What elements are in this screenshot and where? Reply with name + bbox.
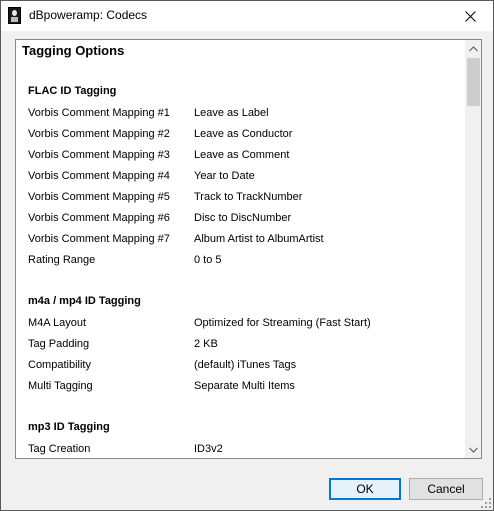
dbpoweramp-app-icon — [8, 7, 21, 24]
row-value[interactable]: (default) iTunes Tags — [194, 359, 296, 371]
scroll-thumb[interactable] — [467, 58, 480, 106]
section-title-flac: FLAC ID Tagging — [28, 85, 117, 97]
row-value[interactable]: Optimized for Streaming (Fast Start) — [194, 317, 371, 329]
chevron-down-icon — [469, 447, 478, 453]
row-value[interactable]: Album Artist to AlbumArtist — [194, 233, 324, 245]
tagging-options-panel: Tagging Options FLAC ID Tagging Vorbis C… — [15, 39, 482, 459]
tagging-options-content: Tagging Options FLAC ID Tagging Vorbis C… — [16, 40, 464, 458]
row-label: Vorbis Comment Mapping #3 — [28, 149, 170, 161]
row-value[interactable]: ID3v2 — [194, 443, 223, 455]
row-label: Multi Tagging — [28, 380, 93, 392]
row-label: Rating Range — [28, 254, 96, 266]
codecs-dialog: dBpoweramp: Codecs Tagging Options FLAC … — [0, 0, 494, 511]
window-title: dBpoweramp: Codecs — [29, 8, 148, 22]
vertical-scrollbar[interactable] — [465, 40, 481, 458]
row-label: Vorbis Comment Mapping #1 — [28, 107, 170, 119]
scroll-up-button[interactable] — [465, 40, 481, 57]
row-value[interactable]: Disc to DiscNumber — [194, 212, 291, 224]
row-label: Vorbis Comment Mapping #2 — [28, 128, 170, 140]
section-title-mp3: mp3 ID Tagging — [28, 421, 110, 433]
cancel-button[interactable]: Cancel — [409, 478, 483, 500]
row-label: Vorbis Comment Mapping #7 — [28, 233, 170, 245]
row-value[interactable]: Leave as Conductor — [194, 128, 292, 140]
ok-button[interactable]: OK — [329, 478, 401, 500]
panel-title: Tagging Options — [22, 43, 125, 58]
row-value[interactable]: 0 to 5 — [194, 254, 222, 266]
resize-grip-icon[interactable] — [481, 498, 491, 508]
row-value[interactable]: 2 KB — [194, 338, 218, 350]
row-label: M4A Layout — [28, 317, 87, 329]
chevron-up-icon — [469, 45, 478, 51]
row-value[interactable]: Track to TrackNumber — [194, 191, 302, 203]
row-label: Vorbis Comment Mapping #4 — [28, 170, 170, 182]
close-icon — [464, 10, 476, 22]
row-value[interactable]: Leave as Label — [194, 107, 269, 119]
title-bar[interactable]: dBpoweramp: Codecs — [1, 1, 493, 31]
row-label: Compatibility — [28, 359, 91, 371]
row-value[interactable]: Separate Multi Items — [194, 380, 295, 392]
section-title-m4a: m4a / mp4 ID Tagging — [28, 295, 141, 307]
close-button[interactable] — [447, 1, 493, 31]
row-value[interactable]: Year to Date — [194, 170, 255, 182]
row-label: Tag Padding — [28, 338, 90, 350]
row-label: Vorbis Comment Mapping #6 — [28, 212, 170, 224]
row-value[interactable]: Leave as Comment — [194, 149, 289, 161]
row-label: Tag Creation — [28, 443, 91, 455]
scroll-down-button[interactable] — [465, 441, 481, 458]
row-label: Vorbis Comment Mapping #5 — [28, 191, 170, 203]
